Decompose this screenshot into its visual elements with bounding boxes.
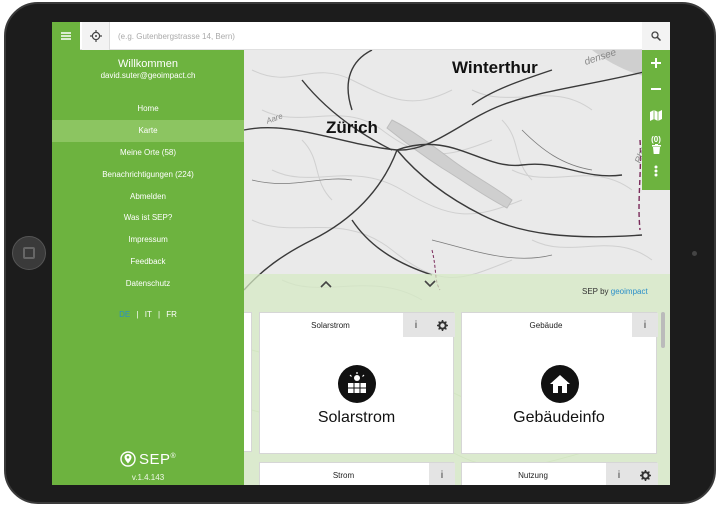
crosshair-icon (89, 30, 102, 42)
search-icon (651, 31, 661, 41)
card-solarstrom[interactable]: Solarstrom i Solarstrom (259, 312, 455, 454)
sidebar-item-karte[interactable]: Karte (52, 119, 244, 142)
sidebar-nav: Home Karte Meine Orte (58) Benachrichtig… (52, 98, 244, 294)
sep-logo: SEP® (120, 450, 190, 468)
card-gebaeude[interactable]: Gebäude i Gebäudeinfo (461, 312, 658, 454)
card-nutzung-title: Nutzung (518, 470, 548, 480)
panel-scrollbar[interactable] (661, 312, 665, 348)
card-solarstrom-info-button[interactable]: i (403, 313, 429, 337)
chevron-up-icon (320, 280, 332, 288)
card-gebaeude-title: Gebäude (529, 320, 563, 330)
home-button[interactable] (12, 236, 46, 270)
card-solarstrom-label: Solarstrom (317, 409, 396, 426)
card-nutzung[interactable]: Nutzung i (461, 462, 658, 485)
map-label-winterthur: Winterthur (452, 58, 538, 77)
lang-separator: | (157, 310, 161, 319)
card-strom-title: Strom (332, 470, 355, 480)
card-gebaeude-info-button[interactable]: i (632, 313, 658, 337)
card-gebaeude-label: Gebäudeinfo (513, 409, 605, 426)
geoimpact-link[interactable]: geoimpact (611, 287, 648, 296)
lang-fr[interactable]: FR (166, 310, 177, 319)
welcome-heading: Willkommen (118, 58, 178, 70)
sidebar-item-home[interactable]: Home (52, 98, 244, 120)
info-icon: i (643, 319, 647, 331)
sidebar-item-meine-orte[interactable]: Meine Orte (58) (52, 142, 244, 164)
sep-by-credit: SEP by geoimpact (582, 287, 648, 296)
plus-icon (651, 58, 661, 68)
logo-registered-mark: ® (170, 452, 177, 460)
info-icon: i (440, 469, 444, 481)
lang-de[interactable]: DE (119, 310, 130, 319)
address-search-input[interactable] (112, 24, 640, 48)
search-button[interactable] (642, 22, 670, 50)
more-options-button[interactable] (642, 158, 670, 184)
logo-wordmark: SEP (139, 450, 171, 468)
logo-text: SEP® (139, 451, 176, 468)
gear-icon (639, 469, 651, 481)
map-icon (650, 109, 662, 121)
house-icon (541, 365, 579, 403)
lang-it[interactable]: IT (145, 310, 152, 319)
zoom-out-button[interactable] (642, 76, 670, 102)
map-label-zurich: Zürich (326, 118, 378, 137)
trash-icon (651, 143, 661, 154)
card-strom[interactable]: Strom i (259, 462, 455, 485)
locate-me-button[interactable] (82, 22, 110, 50)
top-bar (52, 22, 670, 50)
hamburger-icon (61, 32, 71, 40)
gear-icon (436, 319, 448, 331)
camera-dot (692, 251, 697, 256)
app-version: v.1.4.143 (131, 473, 165, 482)
language-switcher: DE | IT | FR (52, 310, 244, 319)
map-layers-button[interactable] (642, 102, 670, 128)
zoom-in-button[interactable] (642, 50, 670, 76)
sidebar-item-abmelden[interactable]: Abmelden (52, 185, 244, 207)
map-controls: (0) (642, 50, 670, 190)
sidebar-item-datenschutz[interactable]: Datenschutz (52, 272, 244, 294)
chevron-down-icon (424, 280, 436, 288)
sidebar-menu: Willkommen david.suter@geoimpact.ch Home… (52, 50, 244, 485)
card-solarstrom-title: Solarstrom (311, 320, 350, 330)
location-pin-icon (120, 451, 136, 467)
sep-by-text: SEP by (582, 287, 609, 296)
card-nutzung-info-button[interactable]: i (606, 463, 632, 485)
panel-expand-button[interactable] (318, 276, 334, 292)
panel-collapse-button[interactable] (422, 276, 438, 292)
sidebar-item-feedback[interactable]: Feedback (52, 251, 244, 273)
tablet-device: Winterthur Zürich densee Aare Rhe (0) SE… (0, 0, 720, 506)
sidebar-item-benachrichtigungen[interactable]: Benachrichtigungen (224) (52, 163, 244, 185)
user-email: david.suter@geoimpact.ch (100, 71, 196, 80)
solar-panel-icon (338, 365, 376, 403)
info-icon: i (414, 319, 418, 331)
minus-icon (651, 88, 661, 90)
app-screen: Winterthur Zürich densee Aare Rhe (0) SE… (52, 22, 670, 485)
home-button-icon (23, 247, 35, 259)
card-solarstrom-settings-button[interactable] (429, 313, 455, 337)
sidebar-item-impressum[interactable]: Impressum (52, 229, 244, 251)
card-strom-info-button[interactable]: i (429, 463, 455, 485)
clear-markers-button[interactable]: (0) (642, 128, 670, 158)
info-icon: i (617, 469, 621, 481)
menu-toggle-button[interactable] (52, 22, 80, 50)
marker-count: (0) (651, 134, 661, 144)
card-nutzung-settings-button[interactable] (632, 463, 658, 485)
vertical-dots-icon (654, 165, 658, 177)
sidebar-item-was-ist-sep[interactable]: Was ist SEP? (52, 207, 244, 229)
lang-separator: | (136, 310, 139, 319)
panel-chevrons (318, 276, 438, 292)
